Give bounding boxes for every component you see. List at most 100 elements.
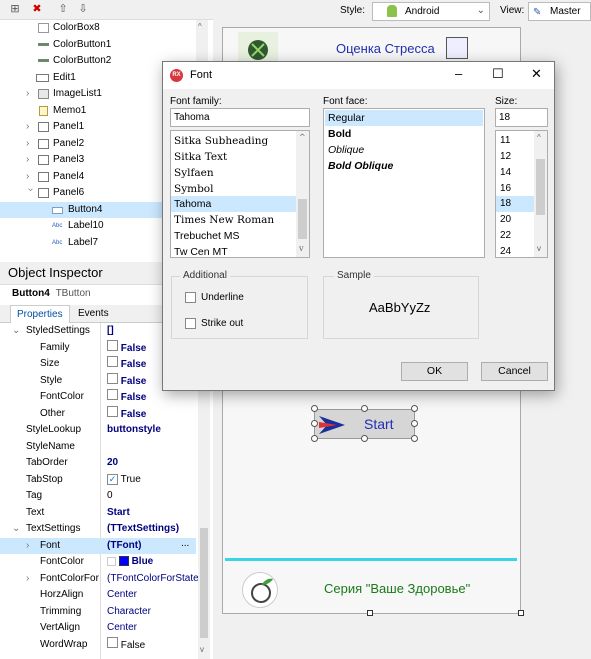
selection-handle[interactable] (311, 420, 318, 427)
tree-item-label: Panel3 (53, 154, 85, 165)
property-row-selected[interactable]: › Font (TFont) ... (0, 536, 196, 554)
property-value[interactable]: Center (107, 620, 137, 636)
chevron-right-icon[interactable]: › (26, 169, 36, 185)
property-row[interactable]: WordWrap False (0, 636, 196, 654)
property-row[interactable]: FontColor False (0, 389, 196, 406)
selection-handle[interactable] (411, 405, 418, 412)
checkbox[interactable] (107, 339, 118, 351)
selection-handle[interactable] (361, 435, 368, 442)
ok-button[interactable]: OK (401, 362, 468, 381)
property-row[interactable]: Trimming Character (0, 604, 196, 621)
selection-handle[interactable] (311, 435, 318, 442)
font-family-list[interactable]: Sitka Subheading Sitka Text Sylfaen Symb… (170, 130, 310, 258)
selection-handle[interactable] (411, 420, 418, 427)
size-item[interactable]: 11 (496, 133, 510, 149)
property-value[interactable]: Center (107, 587, 137, 603)
property-row[interactable]: Other False (0, 405, 196, 423)
cancel-button[interactable]: Cancel (481, 362, 548, 381)
size-item[interactable]: 12 (496, 149, 511, 165)
tree-item[interactable]: ColorBox8 (0, 20, 200, 36)
property-row[interactable]: StyleName (0, 439, 196, 456)
font-family-item[interactable]: Symbol (171, 181, 213, 197)
minimize-button[interactable]: – (455, 66, 462, 81)
selection-handle[interactable] (361, 405, 368, 412)
font-face-item[interactable]: Oblique (324, 142, 364, 158)
tree-item[interactable]: ColorButton1 (0, 37, 200, 53)
close-button[interactable]: ✕ (531, 66, 542, 82)
style-dropdown[interactable]: Android ⌄ (372, 2, 490, 21)
size-list[interactable]: 11 12 14 16 18 20 22 24 ^ v (495, 130, 548, 258)
font-family-item[interactable]: Tw Cen MT (171, 244, 228, 257)
checkbox[interactable] (107, 356, 118, 367)
delete-icon[interactable]: ✖ (30, 3, 44, 16)
tab-events[interactable]: Events (72, 305, 115, 323)
chevron-right-icon[interactable]: › (26, 152, 36, 168)
checkbox-checked[interactable]: ✓ (107, 473, 118, 485)
font-face-item[interactable]: Bold Oblique (324, 158, 393, 174)
property-value[interactable]: (TFontColorForState (107, 571, 199, 587)
property-row[interactable]: FontColor Blue (0, 554, 196, 571)
font-face-list[interactable]: Regular Bold Oblique Bold Oblique (323, 108, 485, 258)
checkbox[interactable] (107, 636, 118, 648)
property-row[interactable]: StyleLookup buttonstyle (0, 422, 196, 439)
chevron-right-icon[interactable]: › (26, 86, 36, 102)
font-family-item[interactable]: Sylfaen (171, 165, 214, 181)
tree-item-label: Panel1 (53, 121, 85, 132)
form-resize-handle[interactable] (518, 610, 524, 616)
property-value[interactable]: Start (107, 505, 130, 521)
size-item[interactable]: 22 (496, 228, 511, 244)
property-row[interactable]: Tag 0 (0, 488, 196, 505)
font-family-item[interactable]: Times New Roman (171, 212, 274, 228)
checkbox[interactable] (107, 405, 118, 417)
chevron-down-icon[interactable]: › (22, 188, 38, 198)
property-row[interactable]: TabOrder 20 (0, 455, 196, 472)
font-family-item[interactable]: Sitka Subheading (171, 133, 268, 149)
chevron-right-icon[interactable]: › (26, 119, 36, 135)
size-scrollbar[interactable]: ^ v (534, 131, 547, 257)
move-up-icon[interactable]: ⇧ (56, 3, 70, 16)
chevron-right-icon[interactable]: › (26, 136, 36, 152)
colorbutton-icon (38, 42, 49, 46)
property-value[interactable]: 0 (107, 488, 113, 504)
tab-properties[interactable]: Properties (10, 305, 70, 323)
checkbox[interactable] (107, 389, 118, 400)
property-value[interactable]: (TTextSettings) (107, 521, 179, 537)
maximize-button[interactable]: ☐ (492, 66, 504, 82)
font-family-item-selected[interactable]: Tahoma (171, 196, 296, 212)
font-face-item[interactable]: Bold (324, 126, 351, 142)
size-input[interactable]: 18 (495, 108, 548, 127)
color-swatch[interactable] (118, 556, 129, 567)
property-value[interactable]: 20 (107, 455, 118, 471)
add-icon[interactable]: ⊞ (8, 3, 22, 16)
property-value[interactable]: Character (107, 604, 151, 620)
size-item[interactable]: 16 (496, 181, 511, 197)
property-row[interactable]: Text Start (0, 505, 196, 522)
property-row[interactable]: HorzAlign Center (0, 587, 196, 604)
selection-handle[interactable] (411, 435, 418, 442)
font-family-item[interactable]: Trebuchet MS (171, 228, 240, 244)
form-resize-handle[interactable] (367, 610, 373, 616)
property-row[interactable]: › FontColorFor (TFontColorForState (0, 571, 199, 588)
property-row[interactable]: TabStop ✓ True (0, 472, 196, 489)
family-scrollbar[interactable]: ^ v (296, 131, 309, 257)
font-family-item[interactable]: Sitka Text (171, 149, 227, 165)
view-dropdown[interactable]: ✎ Master (528, 2, 591, 21)
size-item[interactable]: 20 (496, 212, 511, 228)
strikeout-checkbox[interactable] (185, 318, 196, 329)
property-value[interactable]: (TFont) (107, 538, 141, 554)
font-face-item-selected[interactable]: Regular (325, 110, 483, 126)
property-row[interactable]: VertAlign Center (0, 620, 196, 637)
property-row[interactable]: ⌄ TextSettings (TTextSettings) (0, 521, 196, 538)
image-icon[interactable] (446, 37, 468, 59)
checkbox[interactable] (107, 372, 118, 384)
move-down-icon[interactable]: ⇩ (76, 3, 90, 16)
property-value[interactable]: [] (107, 323, 114, 339)
underline-checkbox[interactable] (185, 292, 196, 303)
ellipsis-button[interactable]: ... (181, 536, 189, 552)
size-item[interactable]: 14 (496, 165, 511, 181)
size-item-selected[interactable]: 18 (496, 196, 534, 212)
selection-handle[interactable] (311, 405, 318, 412)
property-value[interactable]: buttonstyle (107, 422, 161, 438)
size-item[interactable]: 24 (496, 244, 511, 257)
font-family-input[interactable]: Tahoma (170, 108, 310, 127)
